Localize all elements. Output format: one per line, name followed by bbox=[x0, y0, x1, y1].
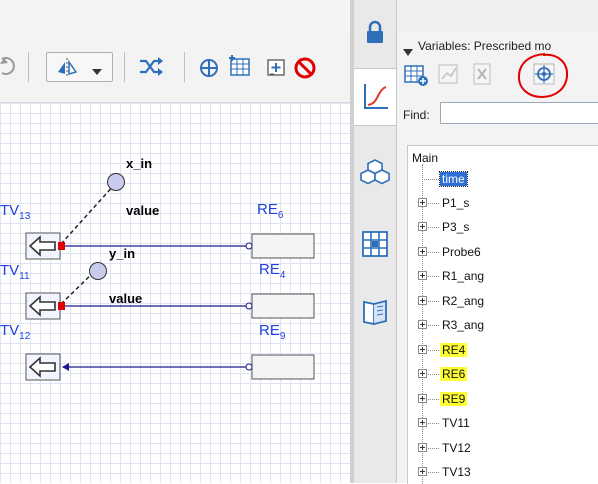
expand-icon[interactable] bbox=[418, 345, 427, 354]
lock-icon[interactable] bbox=[354, 14, 396, 50]
re6-block bbox=[251, 233, 315, 259]
x-in-label: x_in bbox=[126, 156, 153, 171]
tv12-label: TV12 bbox=[0, 322, 31, 342]
tv11-block bbox=[25, 292, 61, 320]
expand-icon[interactable] bbox=[418, 418, 427, 427]
tree-item-label: R3_ang bbox=[442, 318, 485, 332]
book-icon[interactable] bbox=[354, 290, 396, 334]
value-label-2: value bbox=[109, 291, 143, 306]
dashed-link-x-in bbox=[60, 183, 116, 245]
y-in-node bbox=[89, 262, 107, 280]
collapse-arrow-icon[interactable] bbox=[403, 42, 413, 61]
side-toolbar bbox=[354, 0, 397, 483]
variables-tree[interactable]: Main time P1_s P3_s Probe6 R1_ang R2_ang bbox=[407, 145, 598, 484]
x-in-node bbox=[107, 173, 125, 191]
table-icon[interactable] bbox=[228, 54, 252, 82]
value-label-1: value bbox=[126, 203, 160, 218]
flip-dropdown[interactable] bbox=[46, 52, 113, 82]
expand-icon[interactable] bbox=[418, 369, 427, 378]
tv13-label: TV13 bbox=[0, 202, 31, 222]
y-in-label: y_in bbox=[109, 246, 136, 261]
tree-item-label: Probe6 bbox=[442, 245, 481, 259]
tv11-port bbox=[58, 302, 65, 310]
re4-block bbox=[251, 293, 315, 319]
dropdown-arrow-icon bbox=[92, 62, 102, 81]
crosshair-icon[interactable] bbox=[198, 57, 220, 83]
editor-top-band bbox=[0, 0, 350, 32]
tree-root[interactable]: Main bbox=[412, 151, 438, 165]
shuffle-icon[interactable] bbox=[138, 56, 164, 82]
tv12-arrow bbox=[62, 363, 69, 371]
plus-box-icon[interactable] bbox=[264, 55, 288, 83]
tv13-block bbox=[25, 232, 61, 260]
tree-item-probe6[interactable]: Probe6 bbox=[418, 242, 598, 264]
expand-icon[interactable] bbox=[418, 222, 427, 231]
plot-icon[interactable] bbox=[437, 62, 461, 90]
stop-icon[interactable] bbox=[293, 56, 317, 84]
re6-label: RE6 bbox=[257, 201, 284, 221]
expand-icon[interactable] bbox=[418, 467, 427, 476]
expand-icon[interactable] bbox=[418, 247, 427, 256]
delete-icon[interactable] bbox=[471, 62, 495, 90]
tree-item-r3-ang[interactable]: R3_ang bbox=[418, 315, 598, 337]
chart-icon[interactable] bbox=[354, 68, 396, 126]
tree-item-label: RE9 bbox=[440, 392, 468, 406]
tree-item-label: time bbox=[439, 171, 468, 187]
tree-item-label: R1_ang bbox=[442, 269, 485, 283]
tree-item-label: RE6 bbox=[440, 367, 468, 381]
tree-item-re6[interactable]: RE6 bbox=[418, 364, 598, 386]
tree-item-r2-ang[interactable]: R2_ang bbox=[418, 291, 598, 313]
re9-block bbox=[251, 354, 315, 380]
diagram-toolbar bbox=[0, 32, 350, 103]
tree-item-label: P3_s bbox=[442, 220, 470, 234]
tree-item-label: TV13 bbox=[442, 465, 471, 479]
find-label: Find: bbox=[403, 108, 430, 122]
tree-item-tv13[interactable]: TV13 bbox=[418, 462, 598, 484]
add-variable-icon[interactable] bbox=[404, 62, 430, 92]
tv11-label: TV11 bbox=[0, 262, 30, 282]
expand-icon[interactable] bbox=[418, 394, 427, 403]
tree-item-label: R2_ang bbox=[442, 294, 485, 308]
re9-label: RE9 bbox=[259, 322, 286, 342]
tv13-port bbox=[58, 242, 65, 250]
refresh-icon[interactable] bbox=[0, 55, 16, 81]
tree-item-p3-s[interactable]: P3_s bbox=[418, 217, 598, 239]
tv12-block bbox=[25, 353, 61, 381]
flip-icon bbox=[55, 56, 79, 82]
expand-icon[interactable] bbox=[418, 320, 427, 329]
tree-item-tv12[interactable]: TV12 bbox=[418, 438, 598, 460]
tree-item-label: P1_s bbox=[442, 196, 470, 210]
re9-port bbox=[245, 363, 253, 371]
tree-item-r1-ang[interactable]: R1_ang bbox=[418, 266, 598, 288]
expand-icon[interactable] bbox=[418, 198, 427, 207]
red-annotation-circle bbox=[517, 53, 569, 99]
tree-item-tv11[interactable]: TV11 bbox=[418, 413, 598, 435]
re4-label: RE4 bbox=[259, 261, 286, 281]
diagram-canvas[interactable]: TV13 TV11 TV12 RE6 RE4 RE9 x_in y_in val… bbox=[0, 103, 350, 483]
panel-top-band bbox=[397, 0, 598, 32]
expand-icon[interactable] bbox=[418, 271, 427, 280]
tree-item-label: RE4 bbox=[440, 343, 468, 357]
tree-item-re9[interactable]: RE9 bbox=[418, 389, 598, 411]
re6-port bbox=[245, 242, 253, 250]
grid-icon[interactable] bbox=[354, 222, 396, 266]
tree-item-p1-s[interactable]: P1_s bbox=[418, 193, 598, 215]
tree-item-label: TV12 bbox=[442, 441, 471, 455]
cubes-icon[interactable] bbox=[354, 150, 396, 194]
variables-panel: Variables: Prescribed mo Find: Main time… bbox=[397, 32, 598, 484]
expand-icon[interactable] bbox=[418, 296, 427, 305]
expand-icon[interactable] bbox=[418, 443, 427, 452]
diagram-svg bbox=[25, 173, 315, 381]
tree-item-time[interactable]: time bbox=[418, 169, 598, 191]
tree-item-re4[interactable]: RE4 bbox=[418, 340, 598, 362]
find-input[interactable] bbox=[440, 102, 598, 124]
tree-item-label: TV11 bbox=[442, 416, 470, 430]
re4-port bbox=[245, 302, 253, 310]
